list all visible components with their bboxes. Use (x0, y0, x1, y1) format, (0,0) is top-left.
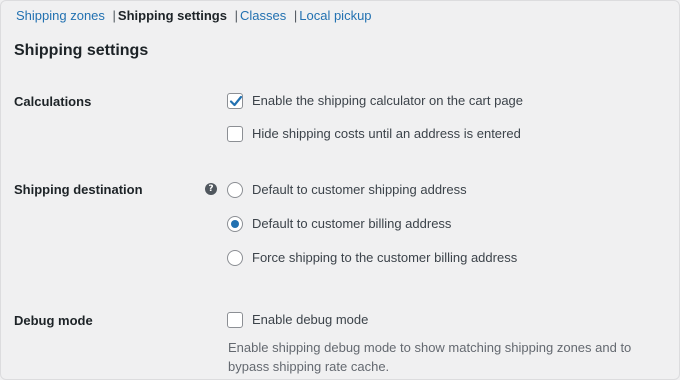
shipping-destination-label: Shipping destination (14, 182, 143, 197)
tab-local-pickup[interactable]: Local pickup (299, 8, 371, 23)
debug-mode-option-label: Enable debug mode (252, 312, 369, 327)
hide-shipping-costs-checkbox[interactable] (227, 126, 243, 142)
nav-separator: | (234, 8, 238, 23)
hide-shipping-costs-option[interactable]: Hide shipping costs until an address is … (227, 125, 521, 143)
settings-panel: Shipping zones | Shipping settings | Class… (0, 0, 680, 380)
tab-classes[interactable]: Classes (240, 8, 286, 23)
debug-mode-checkbox[interactable] (227, 312, 243, 328)
help-icon[interactable]: ? (205, 183, 217, 195)
destination-shipping-option[interactable]: Default to customer shipping address (227, 181, 467, 199)
destination-force-billing-label: Force shipping to the customer billing a… (252, 250, 518, 265)
nav-separator: | (112, 8, 116, 23)
destination-force-billing-radio[interactable] (227, 250, 243, 266)
debug-mode-description: Enable shipping debug mode to show match… (228, 340, 632, 374)
calculations-label: Calculations (14, 94, 92, 109)
destination-billing-option[interactable]: Default to customer billing address (227, 215, 451, 233)
shipping-calculator-option[interactable]: Enable the shipping calculator on the ca… (227, 92, 523, 110)
destination-force-billing-option[interactable]: Force shipping to the customer billing a… (227, 249, 517, 267)
tab-shipping-settings[interactable]: Shipping settings (118, 8, 227, 23)
destination-shipping-label: Default to customer shipping address (252, 182, 467, 197)
shipping-calculator-checkbox[interactable] (227, 93, 243, 109)
hide-shipping-costs-label: Hide shipping costs until an address is … (252, 126, 521, 141)
shipping-calculator-label: Enable the shipping calculator on the ca… (252, 93, 524, 108)
debug-mode-option[interactable]: Enable debug mode (227, 311, 368, 329)
checkmark-icon (229, 95, 243, 107)
destination-shipping-radio[interactable] (227, 182, 243, 198)
page-title: Shipping settings (14, 42, 149, 59)
tab-shipping-zones[interactable]: Shipping zones (16, 8, 105, 23)
nav-separator: | (293, 8, 298, 23)
destination-billing-radio[interactable] (227, 216, 243, 232)
destination-billing-label: Default to customer billing address (252, 216, 452, 231)
shipping-subnav: Shipping zones | Shipping settings | Class… (16, 7, 372, 24)
debug-mode-label: Debug mode (14, 313, 93, 328)
